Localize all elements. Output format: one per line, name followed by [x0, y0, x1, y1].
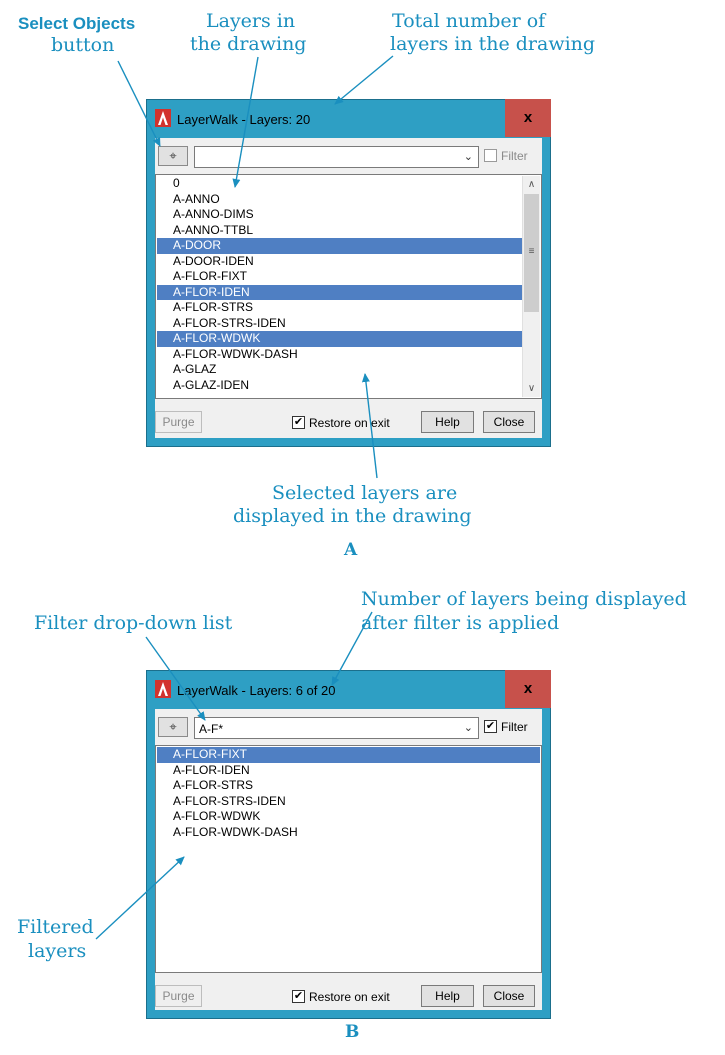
arrow-total-layers: [334, 55, 394, 105]
arrow-selected-layers: [361, 373, 378, 479]
arrow-filtered-layers: [95, 856, 185, 940]
arrow-num-displayed: [331, 611, 373, 686]
arrow-select-objects: [117, 60, 161, 147]
arrow-layers-in-drawing: [232, 56, 259, 188]
callout-arrows: [95, 55, 394, 940]
arrow-filter-dropdown: [145, 636, 206, 721]
